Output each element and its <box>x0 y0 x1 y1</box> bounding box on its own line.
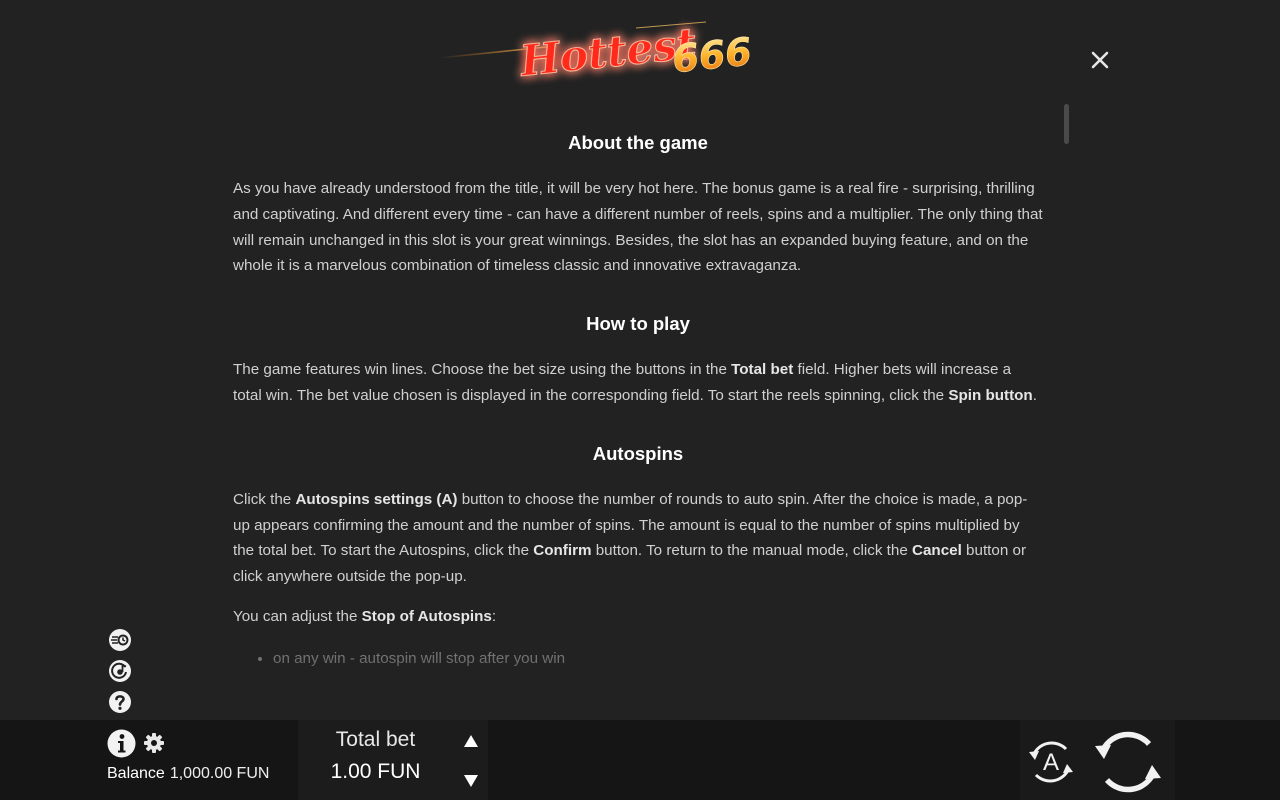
how-to-play-section: How to play The game features win lines.… <box>233 309 1043 409</box>
bet-increase-button[interactable] <box>455 722 487 760</box>
how-to-play-title: How to play <box>586 313 690 335</box>
about-section: About the game As you have already under… <box>233 128 1043 279</box>
fast-spin-icon <box>109 629 131 651</box>
total-bet-value: 1.00 FUN <box>330 760 421 783</box>
fast-spin-button[interactable] <box>108 628 132 652</box>
spin-icon <box>1095 731 1161 793</box>
sound-icon <box>109 660 131 682</box>
about-text: As you have already understood from the … <box>233 180 1043 275</box>
total-bet-label: Total bet <box>335 728 416 751</box>
sound-button[interactable] <box>108 659 132 683</box>
help-icon <box>109 691 131 713</box>
list-item: on any win - autospin will stop after yo… <box>273 644 1043 674</box>
stop-autospins-text: You can adjust the Stop of Autospins: <box>233 607 497 625</box>
autospins-text: Click the Autospins settings (A) button … <box>233 490 1028 586</box>
stop-options-list: on any win - autospin will stop after yo… <box>233 644 1043 674</box>
side-toolbar <box>108 628 134 721</box>
gear-icon <box>144 733 164 753</box>
bet-decrease-button[interactable] <box>455 762 487 800</box>
info-button[interactable] <box>107 729 136 758</box>
autospin-icon: A <box>1029 741 1073 783</box>
info-icon <box>107 729 136 758</box>
spin-button[interactable] <box>1092 726 1164 798</box>
scrollbar-thumb[interactable] <box>1064 104 1069 144</box>
about-title: About the game <box>568 132 708 153</box>
autospins-title: Autospins <box>592 442 684 464</box>
how-to-play-text: The game features win lines. Choose the … <box>233 361 1037 404</box>
logo-number: 666 <box>670 29 753 81</box>
balance-label: Balance <box>107 765 165 782</box>
game-logo: Hottest 666 <box>436 8 766 98</box>
triangle-down-icon <box>464 775 478 787</box>
help-button[interactable] <box>108 690 132 714</box>
rules-content: About the game As you have already under… <box>233 128 1043 674</box>
balance-value: 1,000.00 FUN <box>169 765 270 782</box>
autospins-section: Autospins Click the Autospins settings (… <box>233 439 1043 674</box>
close-button[interactable] <box>1086 46 1114 74</box>
triangle-up-icon <box>464 735 478 747</box>
balance-display: Balance 1,000.00 FUN <box>107 765 269 783</box>
autospin-label: A <box>1043 749 1059 776</box>
settings-button[interactable] <box>143 732 165 754</box>
close-icon <box>1091 51 1109 69</box>
autospins-button[interactable]: A <box>1026 737 1076 787</box>
